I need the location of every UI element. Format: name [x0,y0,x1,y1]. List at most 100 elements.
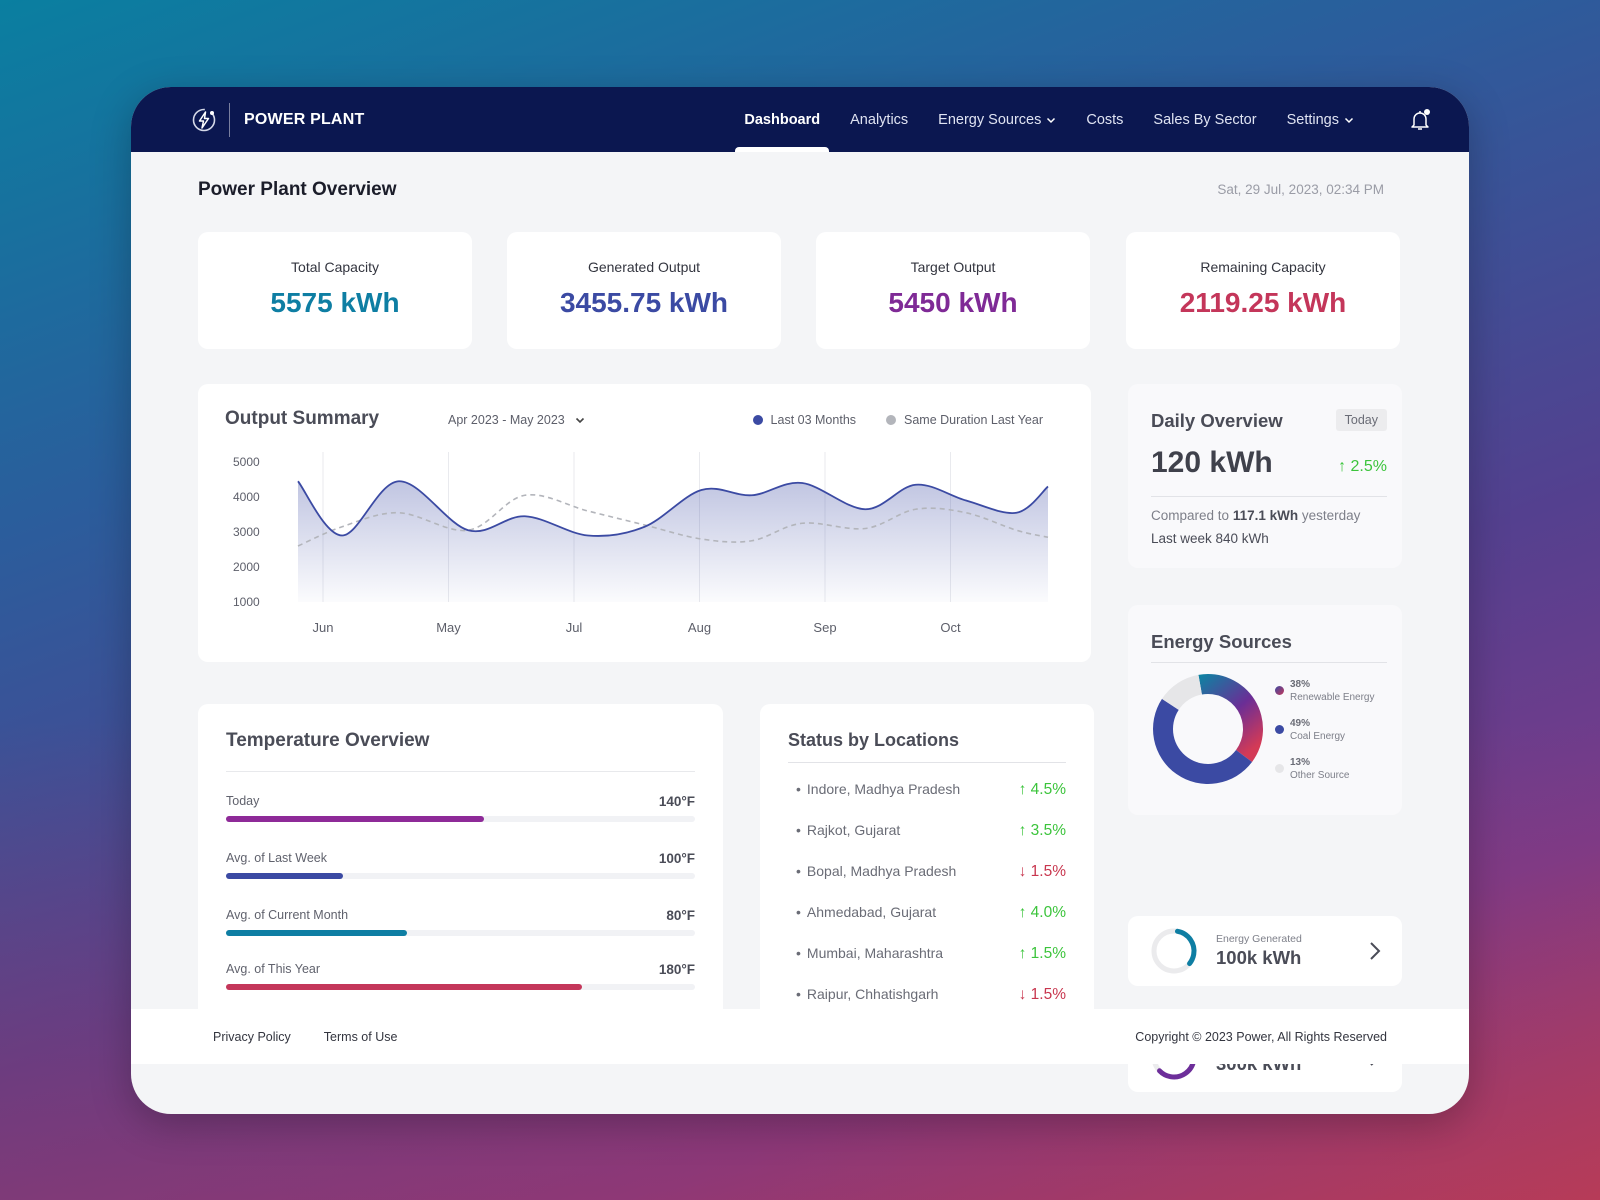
chevron-down-icon [575,417,584,424]
energy-sources-legend: 38% Renewable Energy 49% Coal Energy 13% Ot… [1275,678,1375,795]
location-change: ↑ 1.5% [1019,945,1066,963]
nav-analytics[interactable]: Analytics [835,87,923,152]
location-row[interactable]: Ahmedabad, Gujarat ↑ 4.0% [796,902,1066,926]
nav-sales-label: Sales By Sector [1153,111,1257,128]
y-tick-label: 5000 [233,455,260,469]
nav-settings-label: Settings [1286,111,1339,128]
energy-sources-donut [1153,674,1263,784]
bell-icon[interactable] [1407,107,1433,133]
stat-label: Remaining Capacity [1200,259,1326,275]
nav-costs[interactable]: Costs [1071,87,1138,152]
location-row[interactable]: Bopal, Madhya Pradesh ↓ 1.5% [796,861,1066,885]
x-tick-label: Jul [566,620,583,635]
privacy-policy-link[interactable]: Privacy Policy [213,1030,291,1044]
chevron-down-icon [1047,117,1056,123]
brand[interactable]: POWER PLANT [191,102,365,137]
legend-pct: 49% [1290,718,1311,729]
y-tick-label: 4000 [233,490,260,504]
location-name: Bopal, Madhya Pradesh [796,863,956,879]
location-change-value: 4.0% [1030,904,1066,921]
temp-bar-fill [226,930,407,936]
energy-generated-card[interactable]: Energy Generated 100k kWh [1128,916,1402,986]
location-change: ↑ 3.5% [1019,822,1066,840]
last-week-value: Last week 840 kWh [1151,531,1269,546]
location-change-value: 3.5% [1030,822,1066,839]
compare-prefix: Compared to [1151,508,1230,523]
legend-item-last-3-months[interactable]: Last 03 Months [752,413,857,427]
arrow-up-icon: ↑ [1018,822,1031,839]
chevron-right-icon[interactable] [1368,940,1382,962]
stat-card-generated-output: Generated Output 3455.75 kWh [507,232,781,349]
stat-label: Generated Output [587,259,701,275]
period-selector[interactable]: Today [1335,409,1387,431]
status-by-locations-card: Status by Locations Indore, Madhya Prade… [760,704,1094,1028]
donut-slice-coal[interactable] [1153,698,1253,784]
legend-dot [1275,764,1284,773]
temp-bar-fill [226,873,344,879]
location-change-value: 4.5% [1030,781,1066,798]
nav-analytics-label: Analytics [850,111,909,128]
temp-bar-fill [226,984,583,990]
output-summary-card: Output Summary Apr 2023 - May 2023 Last … [198,384,1091,662]
mini-card-label: Energy Generated [1216,933,1302,945]
compare-suffix: yesterday [1301,508,1361,523]
main-content: Power Plant Overview Sat, 29 Jul, 2023, … [131,152,1469,1092]
progress-ring [1151,928,1197,974]
location-change: ↓ 1.5% [1019,863,1066,881]
location-row[interactable]: Raipur, Chhatishgarh ↓ 1.5% [796,984,1066,1008]
temp-label: Today [226,794,260,808]
nav-sales-by-sector[interactable]: Sales By Sector [1138,87,1271,152]
legend-pct: 38% [1290,679,1311,690]
legend-label: Same Duration Last Year [904,413,1043,427]
location-name: Ahmedabad, Gujarat [796,904,936,920]
mini-card-value: 100k kWh [1216,947,1302,968]
divider [788,762,1066,763]
chevron-down-icon [1344,117,1354,123]
daily-change-value: 2.5% [1350,458,1387,475]
location-name: Mumbai, Maharashtra [796,945,943,961]
locations-title: Status by Locations [788,730,960,750]
nav-links: Dashboard Analytics Energy Sources Costs… [729,87,1433,152]
stat-label: Total Capacity [291,259,379,275]
divider [1151,496,1387,497]
output-chart: 5000 4000 3000 2000 1000 Jun May Jul Aug Sep Oct [233,452,1049,635]
nav-settings[interactable]: Settings [1272,87,1369,152]
temp-label: Avg. of Last Week [226,851,327,865]
stat-value: 2119.25 kWh [1179,287,1347,318]
nav-dashboard-label: Dashboard [744,111,821,128]
legend-dot [752,415,763,425]
stat-card-total-capacity: Total Capacity 5575 kWh [198,232,472,349]
legend-label: Renewable Energy [1290,692,1375,703]
date-range-dropdown[interactable]: Apr 2023 - May 2023 [448,413,585,427]
location-change-value: 1.5% [1030,945,1066,962]
nav-dashboard[interactable]: Dashboard [729,87,835,152]
daily-overview-title: Daily Overview [1151,410,1283,431]
temp-value: 80°F [666,908,695,923]
brand-name: POWER PLANT [244,110,365,128]
donut-slice-renewable[interactable] [1198,674,1263,762]
progress-ring-fill [1151,928,1197,974]
legend-label: Last 03 Months [770,413,857,427]
legend-pct: 13% [1290,757,1311,768]
temp-row-current-month: Avg. of Current Month 80°F [226,908,695,948]
location-row[interactable]: Indore, Madhya Pradesh ↑ 4.5% [796,779,1066,803]
legend-dot [886,415,897,425]
location-row[interactable]: Mumbai, Maharashtra ↑ 1.5% [796,943,1066,967]
legend-dot [1275,686,1284,695]
terms-of-use-link[interactable]: Terms of Use [324,1030,398,1044]
legend-label: Coal Energy [1290,731,1346,742]
top-navbar: POWER PLANT Dashboard Analytics Energy S… [131,87,1469,152]
arrow-down-icon: ↓ [1018,986,1031,1003]
date-range-label: Apr 2023 - May 2023 [448,413,565,427]
daily-compare: Compared to 117.1 kWh yesterday [1151,508,1360,523]
divider [226,771,695,772]
location-name: Indore, Madhya Pradesh [796,781,960,797]
legend-item-last-year[interactable]: Same Duration Last Year [886,413,1043,427]
location-change: ↑ 4.0% [1019,904,1066,922]
temp-row-this-year: Avg. of This Year 180°F [226,962,695,1002]
location-row[interactable]: Rajkot, Gujarat ↑ 3.5% [796,820,1066,844]
temp-label: Avg. of This Year [226,962,321,976]
nav-energy-sources[interactable]: Energy Sources [923,87,1071,152]
footer: Privacy Policy Terms of Use Copyright © … [131,1009,1469,1064]
stat-card-remaining-capacity: Remaining Capacity 2119.25 kWh [1126,232,1400,349]
